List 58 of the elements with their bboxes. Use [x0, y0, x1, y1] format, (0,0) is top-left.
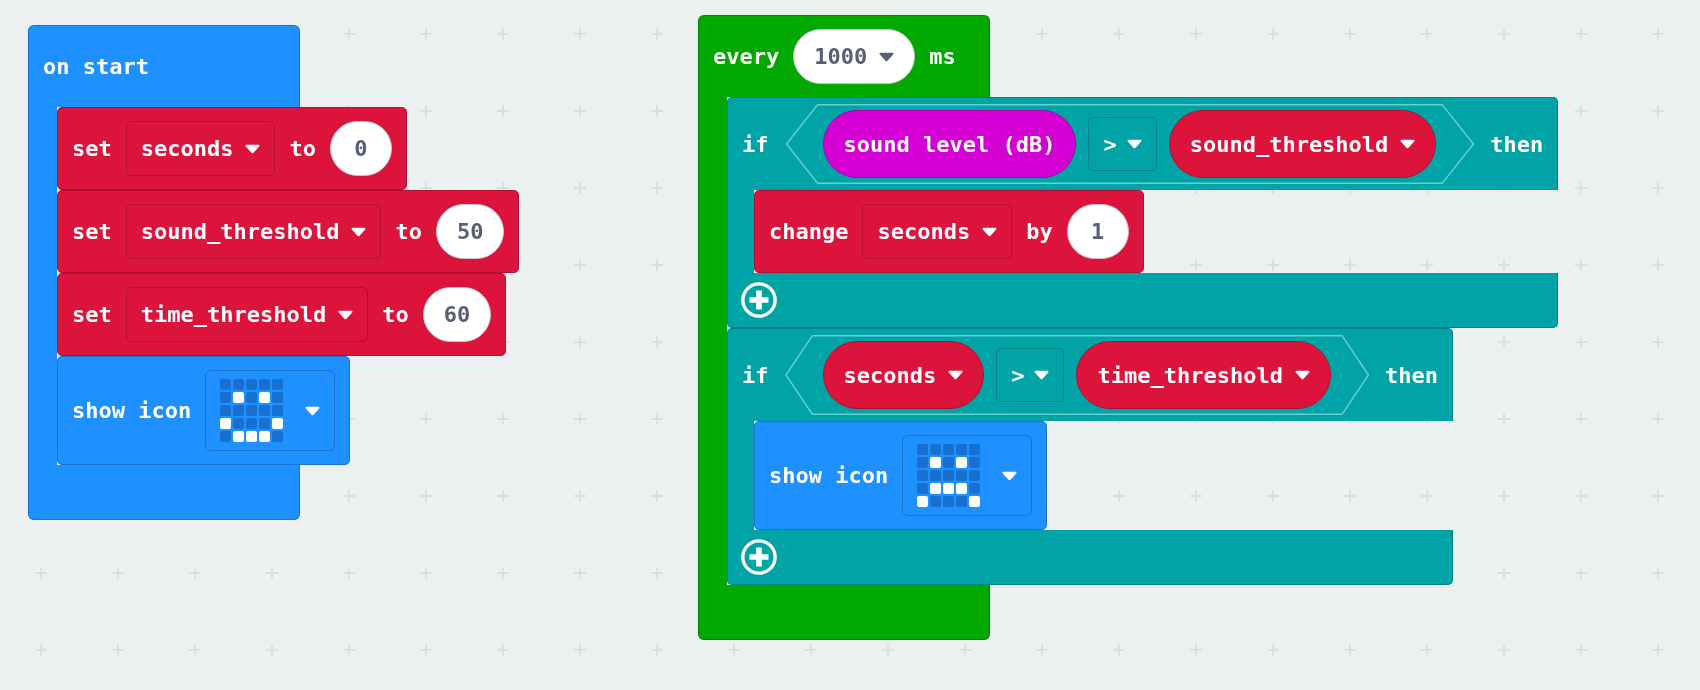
block-label: change	[769, 219, 849, 244]
variable-reporter[interactable]: seconds	[822, 341, 985, 409]
number-field[interactable]: 1	[1066, 204, 1129, 259]
operator-dropdown[interactable]: >	[996, 348, 1065, 402]
caret-icon	[305, 405, 321, 416]
block-label: to	[382, 302, 409, 327]
icon-picker[interactable]	[902, 435, 1033, 516]
block-label: on start	[43, 54, 149, 79]
caret-icon	[351, 226, 367, 237]
block-label: if	[742, 131, 769, 157]
variable-dropdown[interactable]: sound_threshold	[125, 204, 382, 259]
icon-picker[interactable]	[205, 370, 336, 451]
block-label: if	[742, 362, 769, 388]
caret-icon	[879, 51, 895, 62]
block-label: to	[289, 136, 316, 161]
variable-reporter[interactable]: time_threshold	[1076, 341, 1331, 409]
number-field[interactable]: 60	[422, 287, 492, 342]
variable-dropdown[interactable]: seconds	[125, 121, 276, 176]
block-label: show icon	[769, 463, 889, 488]
variable-dropdown[interactable]: seconds	[862, 204, 1013, 259]
statement-block[interactable]: set seconds to 0	[57, 107, 407, 190]
statement-block[interactable]: show icon	[754, 421, 1048, 530]
caret-icon	[948, 370, 964, 380]
statement-block[interactable]: set time_threshold to 60	[57, 273, 507, 356]
block-label: to	[395, 219, 422, 244]
block-label: set	[72, 136, 112, 161]
event-block-header[interactable]: on start	[28, 25, 300, 107]
caret-icon	[1034, 370, 1050, 380]
block-label: show icon	[72, 398, 192, 423]
block-label: then	[1384, 362, 1438, 388]
block-label: then	[1490, 131, 1544, 157]
variable-dropdown[interactable]: time_threshold	[125, 287, 369, 342]
block-label: by	[1026, 219, 1053, 244]
caret-icon	[245, 143, 261, 154]
caret-icon	[338, 309, 354, 320]
block-label: set	[72, 219, 112, 244]
caret-icon	[982, 226, 998, 237]
add-icon[interactable]	[740, 281, 778, 319]
statement-block[interactable]: set sound_threshold to 50	[57, 190, 520, 273]
variable-reporter[interactable]: sound_threshold	[1168, 110, 1437, 178]
if-block-header[interactable]: if sound level (dB) > sound_threshold then	[727, 97, 1559, 190]
sensor-reporter[interactable]: sound level (dB)	[822, 110, 1077, 178]
number-field[interactable]: 0	[329, 121, 392, 176]
block-label: every	[713, 44, 780, 69]
statement-block[interactable]: change seconds by 1	[754, 190, 1144, 273]
number-dropdown[interactable]: 1000	[793, 29, 916, 84]
caret-icon	[1294, 370, 1310, 380]
event-block-header[interactable]: every 1000 ms	[698, 15, 990, 97]
number-field[interactable]: 50	[435, 204, 505, 259]
statement-block[interactable]: show icon	[57, 356, 351, 465]
add-icon[interactable]	[740, 538, 778, 576]
caret-icon	[1002, 470, 1018, 481]
operator-dropdown[interactable]: >	[1088, 117, 1157, 171]
if-block-header[interactable]: if seconds > time_threshold then	[727, 328, 1453, 421]
block-label: set	[72, 302, 112, 327]
caret-icon	[1126, 139, 1142, 149]
caret-icon	[1400, 139, 1416, 149]
block-label: ms	[929, 44, 956, 69]
